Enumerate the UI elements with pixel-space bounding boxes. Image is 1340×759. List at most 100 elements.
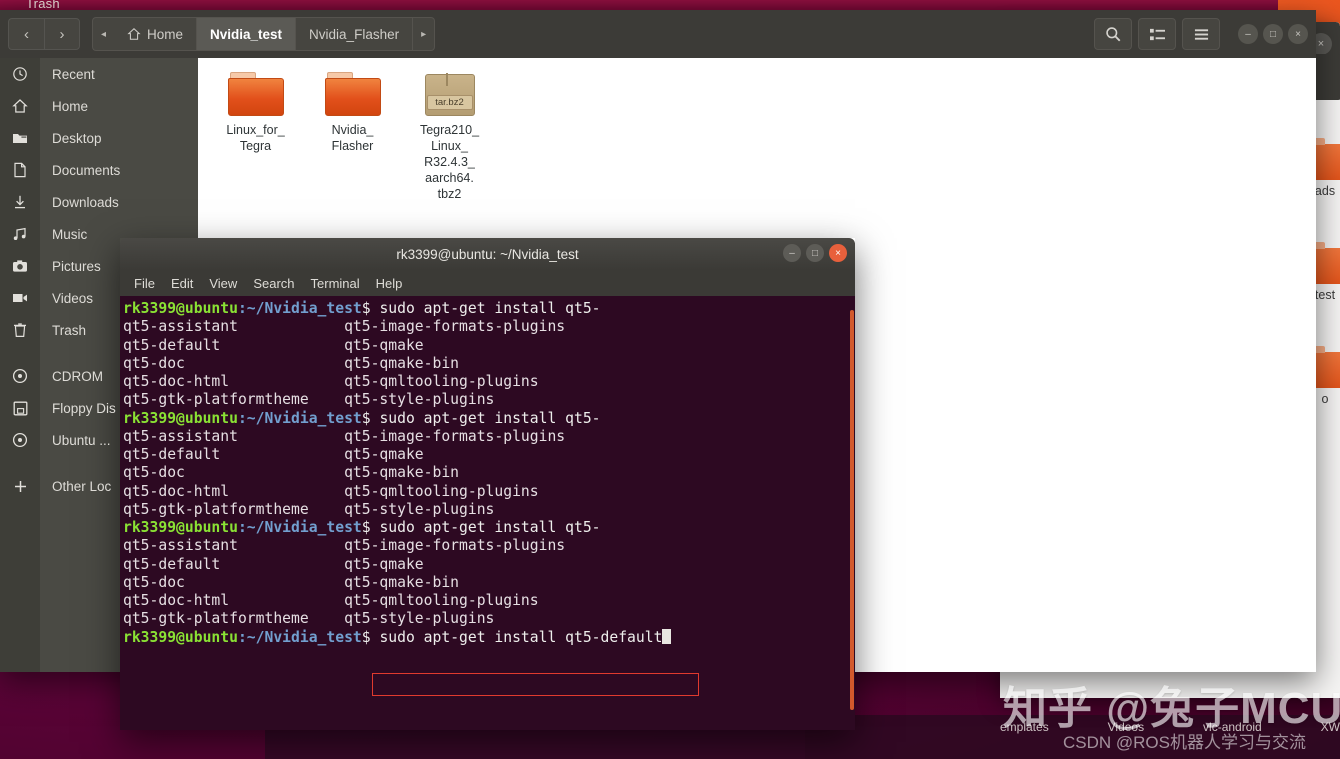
- command-highlight-box: [372, 673, 699, 696]
- terminal-minimize-button[interactable]: –: [783, 244, 801, 262]
- desktop-folder-icon: [0, 131, 40, 145]
- file-grid: Linux_for_ Tegra Nvidia_ Flasher tar.bz2…: [198, 68, 1316, 202]
- forward-button[interactable]: ›: [44, 18, 80, 50]
- breadcrumb-scroll-right[interactable]: ▸: [413, 17, 436, 51]
- terminal-cursor: [662, 628, 672, 644]
- terminal-line: rk3399@ubuntu:~/Nvidia_test$ sudo apt-ge…: [122, 300, 855, 318]
- main-menu-button[interactable]: [1182, 18, 1220, 50]
- trash-icon: [0, 322, 40, 338]
- home-icon: [0, 98, 40, 114]
- breadcrumb-item-nvidia-test[interactable]: Nvidia_test: [197, 17, 297, 51]
- sidebar-item-recent[interactable]: Recent: [0, 58, 198, 90]
- sidebar-item-label: CDROM: [52, 368, 103, 384]
- sidebar-item-label: Music: [52, 226, 88, 242]
- window-controls: – □ ×: [1238, 24, 1308, 44]
- plus-icon: [0, 479, 40, 494]
- sidebar-item-trash[interactable]: Trash: [0, 314, 198, 346]
- terminal-close-button[interactable]: ×: [829, 244, 847, 262]
- video-icon: [0, 292, 40, 304]
- sidebar-item-other-locations[interactable]: Other Loc: [0, 470, 198, 502]
- sidebar-item-documents[interactable]: Documents: [0, 154, 198, 186]
- sidebar-item-pictures[interactable]: Pictures: [0, 250, 198, 282]
- file-item-linux-for-tegra[interactable]: Linux_for_ Tegra: [208, 68, 303, 202]
- terminal-prompt-path: :~/Nvidia_test: [237, 409, 362, 427]
- terminal-prompt-user: rk3399@ubuntu: [123, 628, 238, 646]
- sidebar-item-floppy[interactable]: Floppy Dis: [0, 392, 198, 424]
- terminal-window-controls: – □ ×: [783, 244, 847, 262]
- breadcrumb-scroll-left[interactable]: ◂: [92, 17, 114, 51]
- sidebar-item-downloads[interactable]: Downloads: [0, 186, 198, 218]
- file-item-label: Tegra210_ Linux_ R32.4.3_ aarch64. tbz2: [419, 123, 480, 201]
- breadcrumb-label: Home: [147, 26, 184, 42]
- sidebar-item-ubuntu[interactable]: Ubuntu ...: [0, 424, 198, 456]
- maximize-button[interactable]: □: [1263, 24, 1283, 44]
- terminal-command: $ sudo apt-get install qt5-: [361, 300, 601, 317]
- sidebar-item-desktop[interactable]: Desktop: [0, 122, 198, 154]
- terminal-line: qt5-doc qt5-qmake-bin: [123, 354, 460, 372]
- terminal-line: qt5-doc qt5-qmake-bin: [123, 573, 460, 591]
- archive-format-badge: tar.bz2: [426, 95, 473, 110]
- sidebar-item-label: Floppy Dis: [52, 400, 116, 416]
- menu-item-view[interactable]: View: [209, 276, 237, 291]
- breadcrumb-item-nvidia-flasher[interactable]: Nvidia_Flasher: [296, 17, 414, 51]
- sidebar-item-label: Ubuntu ...: [52, 432, 111, 448]
- terminal-line: qt5-assistant qt5-image-formats-plugins: [123, 537, 566, 555]
- file-item-tegra210-archive[interactable]: tar.bz2 Tegra210_ Linux_ R32.4.3_ aarch6…: [402, 68, 497, 202]
- menu-item-terminal[interactable]: Terminal: [311, 276, 360, 291]
- disc-icon: [0, 368, 40, 384]
- sidebar-item-home[interactable]: Home: [0, 90, 198, 122]
- sidebar-item-label: Downloads: [52, 194, 119, 210]
- search-button[interactable]: [1094, 18, 1132, 50]
- terminal-line: qt5-doc-html qt5-qmltooling-plugins: [123, 482, 539, 500]
- disc-icon: [0, 432, 40, 448]
- menu-item-search[interactable]: Search: [253, 276, 294, 291]
- folder-icon: [324, 72, 381, 116]
- archive-icon: tar.bz2: [422, 72, 478, 116]
- terminal-menubar: File Edit View Search Terminal Help: [120, 270, 855, 296]
- terminal-prompt-path: :~/Nvidia_test: [237, 519, 362, 536]
- terminal-output: rk3399@ubuntu:~/Nvidia_test$ sudo apt-ge…: [122, 300, 855, 647]
- terminal-scrollbar[interactable]: [849, 296, 855, 730]
- sidebar-item-label: Videos: [52, 290, 94, 306]
- terminal-line: rk3399@ubuntu:~/Nvidia_test$ sudo apt-ge…: [122, 519, 855, 537]
- terminal-line: qt5-doc-html qt5-qmltooling-plugins: [123, 373, 539, 390]
- terminal-line: qt5-doc-html qt5-qmltooling-plugins: [123, 592, 539, 609]
- download-icon: [0, 194, 40, 210]
- breadcrumb-label: Nvidia_test: [210, 26, 283, 42]
- terminal-maximize-button[interactable]: □: [806, 244, 824, 262]
- close-button[interactable]: ×: [1288, 24, 1308, 44]
- terminal-prompt-user: rk3399@ubuntu: [123, 519, 238, 536]
- breadcrumb: ◂ Home Nvidia_test Nvidia_Flasher ▸: [92, 17, 436, 51]
- terminal-screen[interactable]: rk3399@ubuntu:~/Nvidia_test$ sudo apt-ge…: [120, 296, 855, 730]
- terminal-line: qt5-assistant qt5-image-formats-plugins: [123, 318, 566, 336]
- terminal-line: rk3399@ubuntu:~/Nvidia_test$ sudo apt-ge…: [122, 628, 855, 647]
- terminal-window[interactable]: rk3399@ubuntu: ~/Nvidia_test – □ × File …: [120, 238, 855, 730]
- home-icon: [127, 28, 141, 40]
- minimize-button[interactable]: –: [1238, 24, 1258, 44]
- terminal-line: qt5-default qt5-qmake: [123, 336, 424, 354]
- terminal-titlebar: rk3399@ubuntu: ~/Nvidia_test – □ ×: [120, 238, 855, 270]
- sidebar-item-videos[interactable]: Videos: [0, 282, 198, 314]
- view-options-button[interactable]: [1138, 18, 1176, 50]
- sidebar-item-label: Recent: [52, 66, 95, 82]
- terminal-line: qt5-default qt5-qmake: [123, 446, 424, 463]
- zhihu-watermark: 知乎 @兔子MCU: [1003, 684, 1340, 733]
- terminal-line: qt5-gtk-platformtheme qt5-style-plugins: [123, 500, 495, 518]
- file-manager-headerbar: ‹ › ◂ Home Nvidia_test Nvidia_Flasher ▸: [0, 10, 1316, 58]
- sidebar-item-cdrom[interactable]: CDROM: [0, 360, 198, 392]
- terminal-line: qt5-doc qt5-qmake-bin: [123, 464, 460, 482]
- terminal-prompt-path: :~/Nvidia_test: [237, 628, 362, 646]
- terminal-line: qt5-assistant qt5-image-formats-plugins: [123, 427, 566, 445]
- terminal-scrollbar-thumb[interactable]: [850, 310, 854, 710]
- back-button[interactable]: ‹: [8, 18, 44, 50]
- sidebar-item-label: Documents: [52, 162, 121, 178]
- file-item-label: Linux_for_ Tegra: [226, 123, 285, 153]
- terminal-line: rk3399@ubuntu:~/Nvidia_test$ sudo apt-ge…: [122, 410, 855, 428]
- sidebar-item-music[interactable]: Music: [0, 218, 198, 250]
- camera-icon: [0, 259, 40, 273]
- document-icon: [0, 162, 40, 178]
- breadcrumb-item-home[interactable]: Home: [114, 17, 198, 51]
- file-item-nvidia-flasher[interactable]: Nvidia_ Flasher: [305, 68, 400, 202]
- floppy-icon: [0, 401, 40, 416]
- menu-item-help[interactable]: Help: [376, 276, 403, 291]
